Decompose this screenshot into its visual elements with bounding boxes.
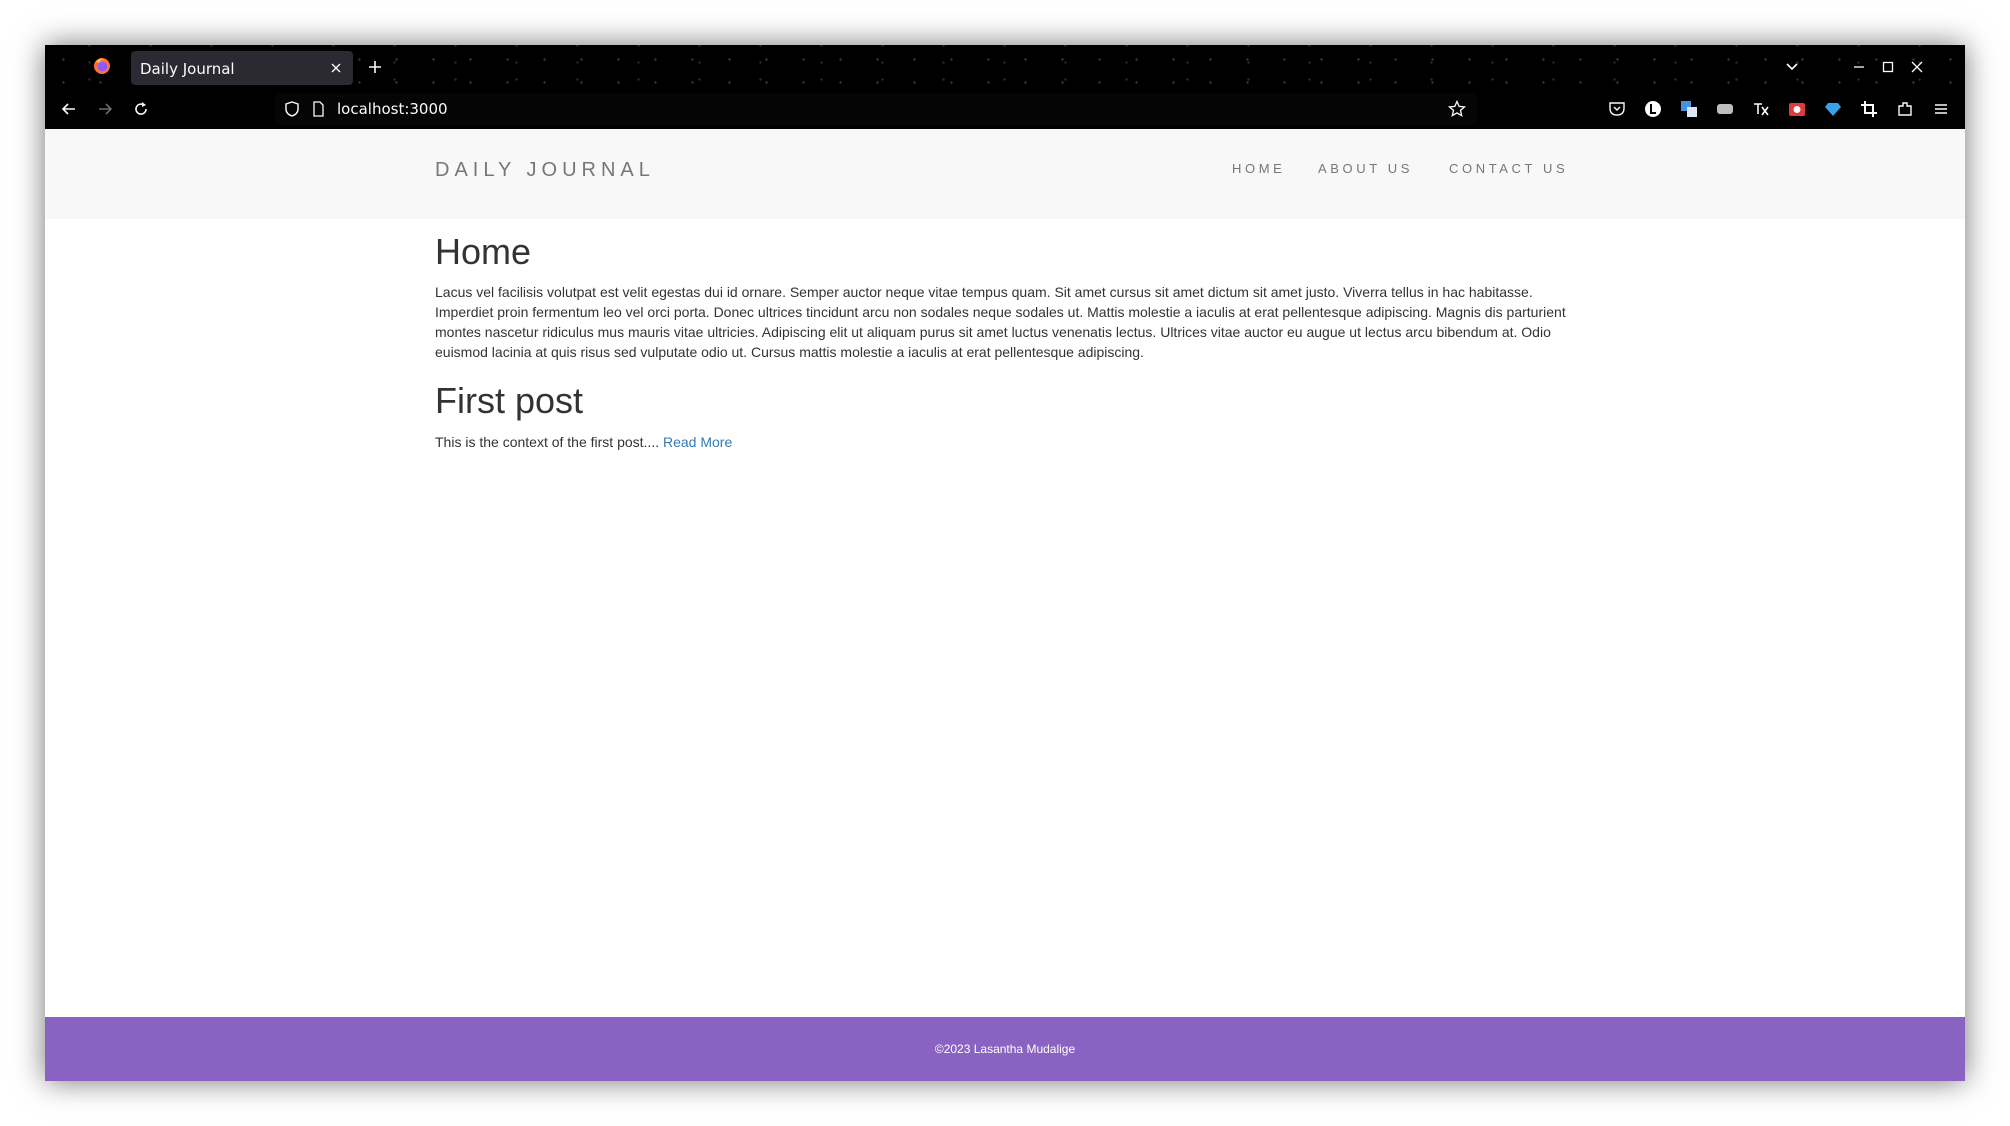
plus-icon[interactable] xyxy=(365,57,385,77)
chevron-down-icon[interactable] xyxy=(1782,57,1802,77)
page-title: Home xyxy=(435,231,532,272)
extension-card-icon[interactable] xyxy=(1715,99,1735,119)
post-excerpt-text: This is the context of the first post...… xyxy=(435,434,663,450)
nav-about-us[interactable]: ABOUT US xyxy=(1318,161,1413,176)
reload-icon[interactable] xyxy=(131,99,151,119)
back-arrow-icon[interactable] xyxy=(59,99,79,119)
browser-window: Daily Journal localhost:3000 DAILY JOURN… xyxy=(45,45,1965,1081)
post-excerpt: This is the context of the first post...… xyxy=(435,432,1575,452)
crop-icon[interactable] xyxy=(1859,99,1879,119)
maximize-icon[interactable] xyxy=(1878,57,1898,77)
extension-text-icon[interactable] xyxy=(1751,99,1771,119)
extension-l-icon[interactable] xyxy=(1643,99,1663,119)
page-icon[interactable] xyxy=(309,100,327,118)
web-page: DAILY JOURNAL HOME ABOUT US CONTACT US H… xyxy=(45,129,1965,1081)
close-icon[interactable] xyxy=(329,61,343,75)
nav-home[interactable]: HOME xyxy=(1232,161,1285,176)
nav-contact-us[interactable]: CONTACT US xyxy=(1449,161,1568,176)
minimize-icon[interactable] xyxy=(1849,57,1869,77)
home-paragraph: Lacus vel facilisis volutpat est velit e… xyxy=(435,284,1566,360)
footer-copyright: ©2023 Lasantha Mudalige xyxy=(934,1042,1076,1056)
address-bar[interactable]: localhost:3000 xyxy=(275,93,1477,125)
translate-icon[interactable] xyxy=(1679,99,1699,119)
menu-icon[interactable] xyxy=(1931,99,1951,119)
firefox-logo-icon[interactable] xyxy=(93,57,111,75)
site-header: DAILY JOURNAL HOME ABOUT US CONTACT US xyxy=(45,129,1965,219)
read-more-link[interactable]: Read More xyxy=(663,434,732,450)
site-brand[interactable]: DAILY JOURNAL xyxy=(435,159,655,182)
url-text: localhost:3000 xyxy=(337,100,448,118)
shield-icon[interactable] xyxy=(283,100,301,118)
tab-daily-journal[interactable]: Daily Journal xyxy=(131,51,353,85)
navigation-toolbar: localhost:3000 xyxy=(45,89,1965,129)
main-content: Home Lacus vel facilisis volutpat est ve… xyxy=(435,229,1575,452)
site-footer: ©2023 Lasantha Mudalige xyxy=(45,1017,1965,1081)
close-window-icon[interactable] xyxy=(1907,57,1927,77)
star-icon[interactable] xyxy=(1447,99,1467,119)
post-title: First post xyxy=(435,380,584,421)
forward-arrow-icon[interactable] xyxy=(95,99,115,119)
tab-strip: Daily Journal xyxy=(45,45,1965,89)
diamond-icon[interactable] xyxy=(1823,99,1843,119)
camera-icon[interactable] xyxy=(1787,99,1807,119)
tab-title: Daily Journal xyxy=(140,60,235,78)
extensions-icon[interactable] xyxy=(1895,99,1915,119)
pocket-icon[interactable] xyxy=(1607,99,1627,119)
